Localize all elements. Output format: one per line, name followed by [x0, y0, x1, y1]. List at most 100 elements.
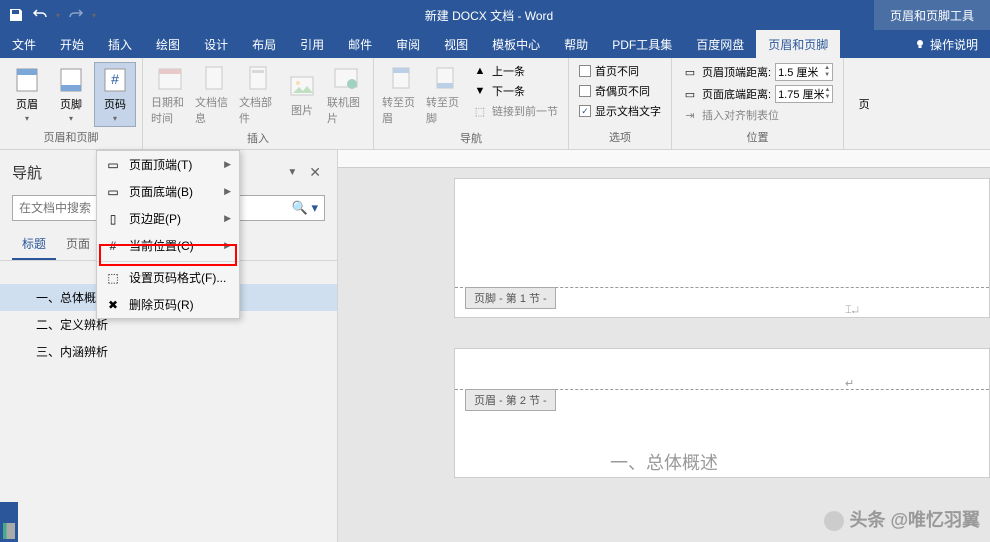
tab-file[interactable]: 文件 — [0, 30, 48, 58]
document-title: 新建 DOCX 文档 - Word — [104, 7, 874, 24]
page-2-top[interactable]: 页眉 - 第 2 节 - 一、总体概述 ↵ — [454, 348, 990, 478]
menu-page-top[interactable]: ▭页面顶端(T)▶ — [97, 151, 239, 178]
status-indicator — [3, 523, 15, 539]
next-icon: ▼ — [472, 84, 488, 98]
menu-remove-pagenum[interactable]: ✖删除页码(R) — [97, 291, 239, 318]
footer-dist-icon: ▭ — [682, 87, 698, 101]
onlinepic-button[interactable]: 联机图片 — [325, 62, 367, 128]
datetime-button[interactable]: 日期和时间 — [149, 62, 191, 128]
footer-distance-row: ▭ 页面底端距离: 1.75 厘米▲▼ — [678, 84, 837, 104]
docinfo-icon — [200, 64, 228, 92]
nav-options-dropdown[interactable]: ▼ — [279, 167, 305, 178]
goto-footer-button[interactable]: 转至页脚 — [424, 62, 466, 128]
chevron-down-icon: ▾ — [69, 114, 73, 123]
group-label-hf: 页眉和页脚 — [6, 127, 136, 145]
group-header-footer: 页眉▾ 页脚▾ # 页码▾ 页眉和页脚 — [0, 58, 143, 149]
context-tab-label: 页眉和页脚工具 — [874, 0, 990, 30]
group-close: 页 — [844, 58, 884, 149]
page-1-bottom[interactable]: 页脚 - 第 1 节 - ⌶↵ — [454, 178, 990, 318]
document-area[interactable]: 页脚 - 第 1 节 - ⌶↵ 页眉 - 第 2 节 - 一、总体概述 ↵ — [338, 150, 990, 542]
group-insert: 日期和时间 文档信息 文档部件 图片 联机图片 插入 — [143, 58, 374, 149]
show-doc-text-checkbox[interactable]: ✓显示文档文字 — [575, 102, 665, 120]
text-cursor: ⌶↵ — [845, 304, 859, 317]
prev-button[interactable]: ▲上一条 — [468, 62, 562, 80]
footer-button[interactable]: 页脚▾ — [50, 62, 92, 127]
page-top-icon: ▭ — [105, 158, 121, 172]
watermark-icon — [824, 511, 844, 531]
tell-me[interactable]: 操作说明 — [902, 30, 990, 58]
docparts-button[interactable]: 文档部件 — [237, 62, 279, 128]
nav-tab-headings[interactable]: 标题 — [12, 229, 56, 260]
footer-section-label: 页脚 - 第 1 节 - — [465, 287, 556, 309]
pagenum-button[interactable]: # 页码▾ — [94, 62, 136, 127]
menu-separator — [97, 261, 239, 262]
tab-layout[interactable]: 布局 — [240, 30, 288, 58]
menu-format-pagenum[interactable]: ⬚设置页码格式(F)... — [97, 264, 239, 291]
quick-access-toolbar: ▾ ▾ — [0, 7, 104, 23]
nav-tab-pages[interactable]: 页面 — [56, 229, 100, 260]
current-pos-icon: # — [105, 239, 121, 253]
first-page-diff-checkbox[interactable]: 首页不同 — [575, 62, 665, 80]
tab-mail[interactable]: 邮件 — [336, 30, 384, 58]
tab-header-footer[interactable]: 页眉和页脚 — [756, 30, 840, 58]
checkbox-icon — [579, 65, 591, 77]
tab-draw[interactable]: 绘图 — [144, 30, 192, 58]
header-button[interactable]: 页眉▾ — [6, 62, 48, 127]
undo-icon[interactable] — [32, 7, 48, 23]
close-hf-button[interactable]: 页 — [850, 62, 878, 145]
header-section-label: 页眉 - 第 2 节 - — [465, 389, 556, 411]
menu-page-margins[interactable]: ▯页边距(P)▶ — [97, 205, 239, 232]
footer-distance-input[interactable]: 1.75 厘米▲▼ — [775, 85, 833, 103]
close-icon[interactable]: ✕ — [305, 164, 325, 181]
checkbox-icon — [579, 85, 591, 97]
picture-icon — [288, 72, 316, 100]
status-bar-fragment — [0, 502, 18, 542]
undo-dropdown-icon[interactable]: ▾ — [56, 11, 60, 20]
insert-align-tab-button[interactable]: ⇥插入对齐制表位 — [678, 106, 837, 124]
chevron-right-icon: ▶ — [224, 213, 231, 224]
docinfo-button[interactable]: 文档信息 — [193, 62, 235, 128]
tab-references[interactable]: 引用 — [288, 30, 336, 58]
docparts-icon — [244, 64, 272, 92]
chevron-right-icon: ▶ — [224, 186, 231, 197]
tab-design[interactable]: 设计 — [192, 30, 240, 58]
page-margins-icon: ▯ — [105, 212, 121, 226]
ribbon-tabs: 文件 开始 插入 绘图 设计 布局 引用 邮件 审阅 视图 模板中心 帮助 PD… — [0, 30, 990, 58]
goto-footer-icon — [431, 64, 459, 92]
checkbox-checked-icon: ✓ — [579, 105, 591, 117]
tab-home[interactable]: 开始 — [48, 30, 96, 58]
tab-help[interactable]: 帮助 — [552, 30, 600, 58]
picture-button[interactable]: 图片 — [281, 62, 323, 128]
page-bottom-icon: ▭ — [105, 185, 121, 199]
redo-icon[interactable] — [68, 7, 84, 23]
document-heading: 一、总体概述 — [610, 449, 718, 475]
tab-insert[interactable]: 插入 — [96, 30, 144, 58]
odd-even-diff-checkbox[interactable]: 奇偶页不同 — [575, 82, 665, 100]
header-distance-input[interactable]: 1.5 厘米▲▼ — [775, 63, 833, 81]
tab-template[interactable]: 模板中心 — [480, 30, 552, 58]
tab-view[interactable]: 视图 — [432, 30, 480, 58]
save-icon[interactable] — [8, 7, 24, 23]
ruler[interactable] — [338, 150, 990, 168]
search-icon[interactable]: 🔍 ▾ — [292, 200, 318, 216]
tab-review[interactable]: 审阅 — [384, 30, 432, 58]
link-prev-button[interactable]: ⬚链接到前一节 — [468, 102, 562, 120]
spinner-icon[interactable]: ▲▼ — [825, 87, 831, 101]
next-button[interactable]: ▼下一条 — [468, 82, 562, 100]
group-navigation: 转至页眉 转至页脚 ▲上一条 ▼下一条 ⬚链接到前一节 导航 — [374, 58, 569, 149]
menu-current-pos[interactable]: #当前位置(C)▶ — [97, 232, 239, 259]
ribbon-content: 页眉▾ 页脚▾ # 页码▾ 页眉和页脚 日期和时间 文档信息 — [0, 58, 990, 150]
tab-baidu[interactable]: 百度网盘 — [684, 30, 756, 58]
footer-icon — [57, 66, 85, 94]
menu-page-bottom[interactable]: ▭页面底端(B)▶ — [97, 178, 239, 205]
calendar-icon — [156, 64, 184, 92]
header-dist-icon: ▭ — [682, 65, 698, 79]
goto-header-button[interactable]: 转至页眉 — [380, 62, 422, 128]
goto-header-icon — [387, 64, 415, 92]
pagenum-icon: # — [101, 66, 129, 94]
qat-customize-icon[interactable]: ▾ — [92, 11, 96, 20]
tab-pdf[interactable]: PDF工具集 — [600, 30, 684, 58]
nav-item[interactable]: 三、内涵辨析 — [0, 338, 337, 365]
spinner-icon[interactable]: ▲▼ — [824, 65, 830, 79]
group-label-position: 位置 — [678, 127, 837, 145]
